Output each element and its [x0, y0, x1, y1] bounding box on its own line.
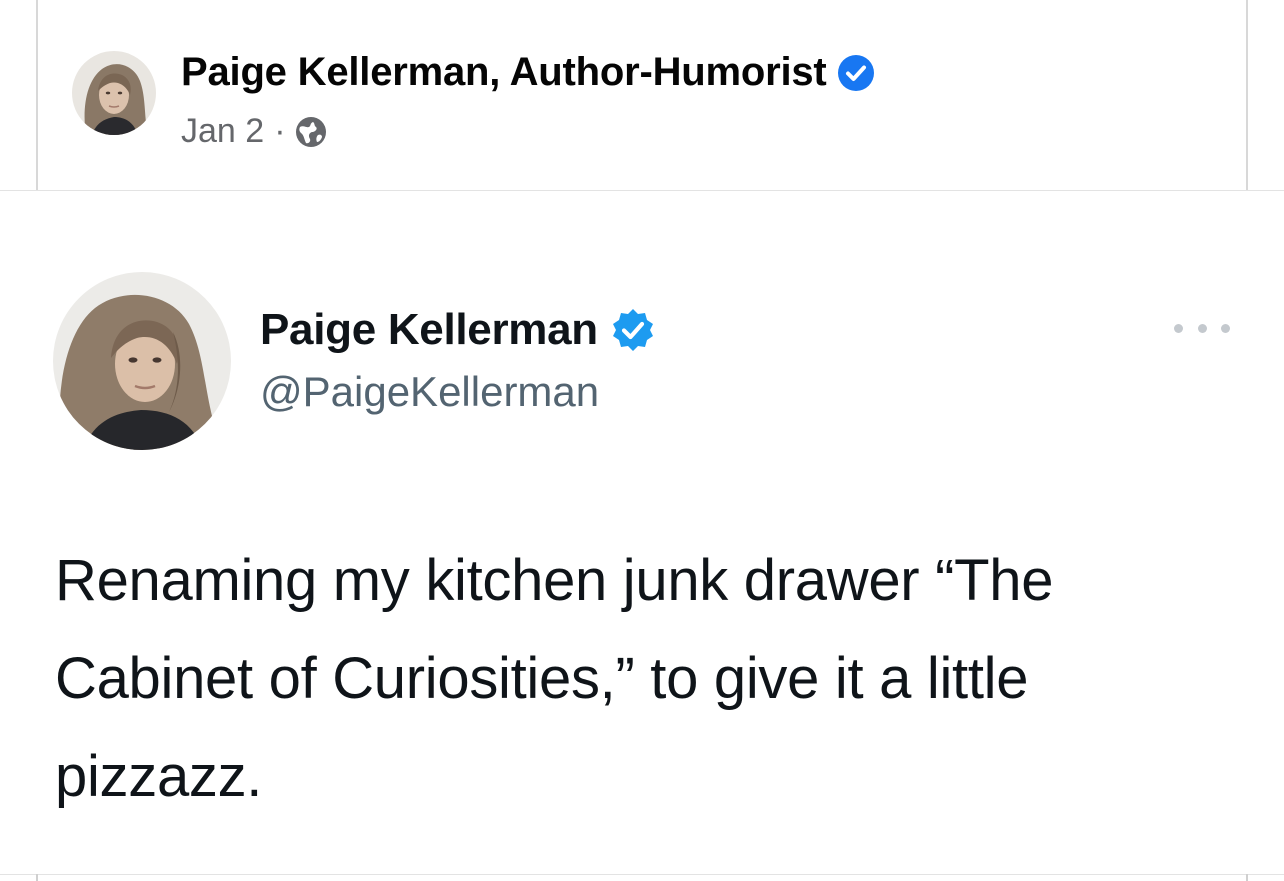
- tweet-name-row: Paige Kellerman: [260, 305, 656, 355]
- dot-icon: [1197, 323, 1207, 333]
- globe-icon[interactable]: [294, 115, 328, 149]
- tweet-handle[interactable]: @PaigeKellerman: [260, 368, 599, 416]
- meta-separator: ·: [274, 112, 286, 150]
- author-name-row: Paige Kellerman, Author-Humorist: [181, 50, 875, 95]
- verified-badge-icon: [612, 309, 653, 351]
- dot-icon: [1174, 323, 1183, 333]
- more-options-icon[interactable]: [1174, 316, 1230, 340]
- tweet-text: Renaming my kitchen junk drawer “The Cab…: [55, 548, 1054, 809]
- dot-icon: [1221, 323, 1230, 333]
- post-meta-row: Jan 2 ·: [181, 112, 328, 151]
- card-border-right: [1246, 874, 1248, 881]
- card-border-left: [36, 874, 38, 881]
- tweet-avatar-photo: [53, 272, 231, 450]
- author-avatar[interactable]: [72, 51, 156, 135]
- post-bottom-divider: [0, 874, 1284, 875]
- avatar-photo: [72, 51, 156, 135]
- tweet-display-name[interactable]: Paige Kellerman: [260, 305, 598, 355]
- post-date[interactable]: Jan 2: [181, 112, 264, 151]
- tweet-author-avatar[interactable]: [53, 272, 231, 450]
- verified-badge-icon: [837, 54, 874, 91]
- post-header-card: [36, 0, 1248, 190]
- author-name[interactable]: Paige Kellerman, Author-Humorist: [181, 50, 827, 95]
- facebook-post: Paige Kellerman, Author-Humorist Jan 2 ·: [0, 0, 1284, 881]
- post-header-divider: [0, 190, 1284, 191]
